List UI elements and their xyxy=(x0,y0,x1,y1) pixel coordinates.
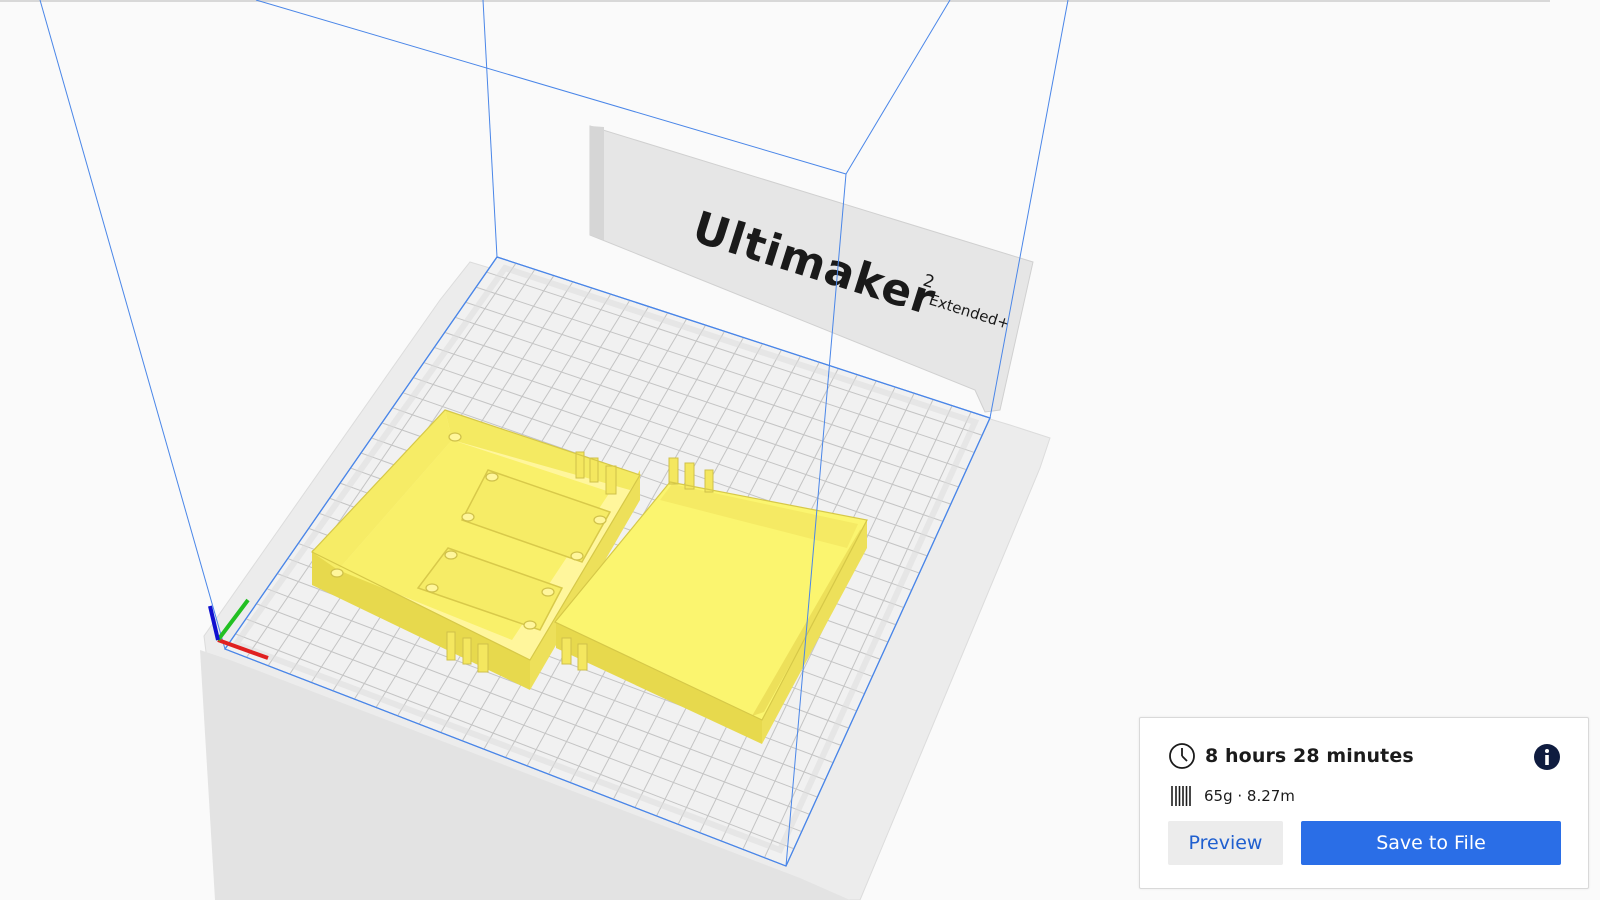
info-icon[interactable] xyxy=(1533,743,1561,771)
preview-button[interactable]: Preview xyxy=(1168,821,1283,865)
material-estimate-row: 65g · 8.27m xyxy=(1170,782,1295,810)
print-time: 8 hours 28 minutes xyxy=(1205,745,1414,767)
clock-icon xyxy=(1169,743,1195,769)
print-job-panel: 8 hours 28 minutes 65g · 8.27m Preview S… xyxy=(1139,717,1589,889)
filament-spool-icon xyxy=(1171,786,1191,806)
material-estimate: 65g · 8.27m xyxy=(1204,787,1295,805)
print-time-row: 8 hours 28 minutes xyxy=(1168,740,1414,772)
save-to-file-button[interactable]: Save to File xyxy=(1301,821,1561,865)
